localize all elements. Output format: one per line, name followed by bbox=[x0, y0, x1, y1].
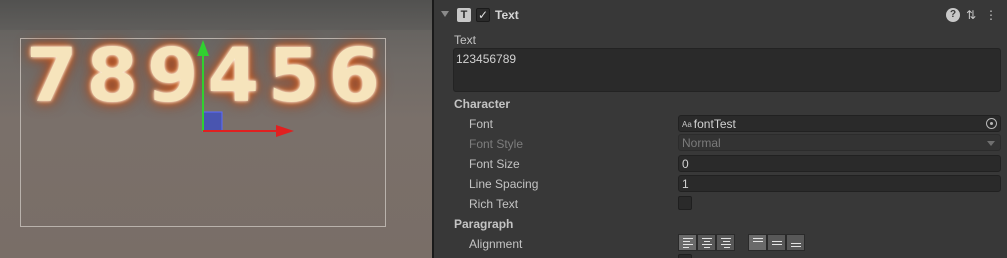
font-asset-icon: Aa bbox=[682, 120, 692, 129]
help-icon[interactable]: ? bbox=[946, 8, 960, 22]
align-center-button[interactable] bbox=[697, 234, 716, 251]
font-style-dropdown: Normal bbox=[678, 134, 1001, 151]
scene-view[interactable]: 7 8 9 4 5 6 bbox=[0, 0, 432, 258]
paragraph-section-title: Paragraph bbox=[454, 217, 514, 231]
scene-skybox bbox=[0, 0, 432, 30]
context-menu-icon[interactable]: ⋮ bbox=[984, 8, 998, 22]
align-middle-button[interactable] bbox=[767, 234, 786, 251]
font-size-field[interactable]: 0 bbox=[678, 155, 1001, 172]
font-style-value: Normal bbox=[682, 136, 721, 150]
font-object-field[interactable]: Aa fontTest bbox=[678, 115, 1001, 132]
chevron-down-icon bbox=[987, 141, 995, 146]
gizmo-y-arrow-icon[interactable] bbox=[197, 40, 209, 56]
gizmo-xy-plane-handle[interactable] bbox=[202, 111, 223, 132]
presets-icon[interactable]: ⇅ bbox=[964, 8, 978, 22]
line-spacing-field[interactable]: 1 bbox=[678, 175, 1001, 192]
text-component-icon: T bbox=[457, 8, 471, 22]
align-right-button[interactable] bbox=[716, 234, 735, 251]
glyph-digit: 6 bbox=[328, 33, 381, 119]
component-title: Text bbox=[495, 8, 519, 22]
object-picker-icon[interactable] bbox=[986, 118, 997, 129]
alignment-label: Alignment bbox=[469, 237, 523, 251]
align-left-button[interactable] bbox=[678, 234, 697, 251]
character-section-title: Character bbox=[454, 97, 511, 111]
horizontal-alignment-group bbox=[678, 234, 735, 251]
align-by-geometry-checkbox[interactable] bbox=[678, 254, 692, 258]
gizmo-x-arrow-icon[interactable] bbox=[276, 125, 294, 137]
font-value: fontTest bbox=[693, 117, 736, 131]
text-input-area[interactable]: 123456789 bbox=[453, 48, 1001, 92]
foldout-arrow-icon[interactable] bbox=[441, 11, 449, 17]
text-label: Text bbox=[454, 33, 477, 47]
glyph-digit: 7 bbox=[26, 33, 78, 119]
move-gizmo[interactable] bbox=[190, 38, 300, 138]
inspector-panel: T ✓ Text ? ⇅ ⋮ Text 123456789 Character … bbox=[434, 0, 1007, 258]
component-header[interactable]: T ✓ Text ? ⇅ ⋮ bbox=[434, 3, 1007, 27]
font-style-label: Font Style bbox=[469, 137, 524, 151]
line-spacing-label: Line Spacing bbox=[469, 177, 539, 191]
component-enabled-checkbox[interactable]: ✓ bbox=[476, 8, 490, 22]
font-size-label: Font Size bbox=[469, 157, 520, 171]
glyph-digit: 8 bbox=[86, 33, 139, 119]
font-label: Font bbox=[469, 117, 494, 131]
rich-text-label: Rich Text bbox=[469, 197, 519, 211]
align-top-button[interactable] bbox=[748, 234, 767, 251]
align-bottom-button[interactable] bbox=[786, 234, 805, 251]
rich-text-checkbox[interactable] bbox=[678, 196, 692, 210]
vertical-alignment-group bbox=[748, 234, 805, 251]
